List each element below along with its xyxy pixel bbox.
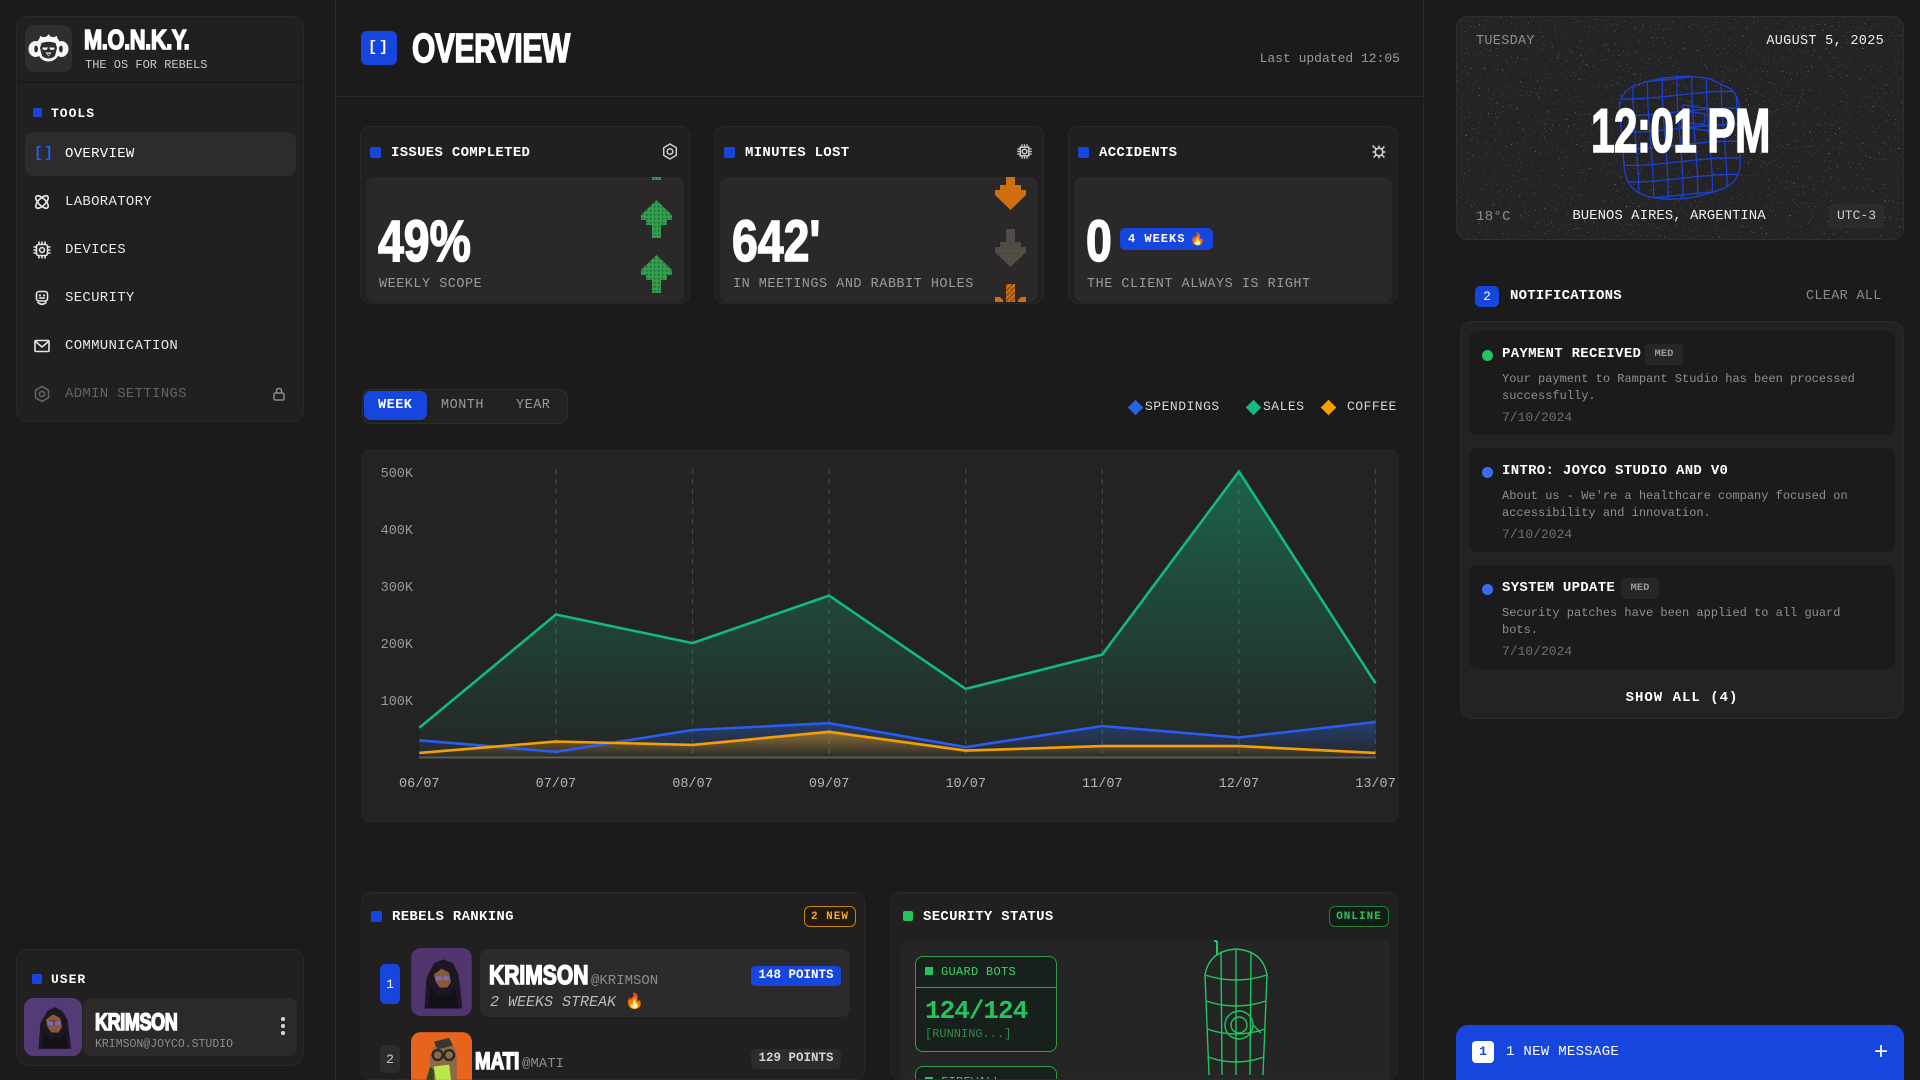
svg-text:06/07: 06/07 <box>399 777 440 792</box>
svg-text:100K: 100K <box>381 695 414 710</box>
svg-text:500K: 500K <box>381 467 414 482</box>
svg-text:12/07: 12/07 <box>1219 777 1260 792</box>
svg-text:400K: 400K <box>381 524 414 539</box>
svg-text:200K: 200K <box>381 638 414 653</box>
svg-text:300K: 300K <box>381 581 414 596</box>
svg-text:09/07: 09/07 <box>809 777 850 792</box>
svg-text:08/07: 08/07 <box>672 777 713 792</box>
svg-text:10/07: 10/07 <box>945 777 986 792</box>
svg-text:07/07: 07/07 <box>536 777 577 792</box>
svg-text:13/07: 13/07 <box>1355 777 1396 792</box>
svg-text:11/07: 11/07 <box>1082 777 1123 792</box>
